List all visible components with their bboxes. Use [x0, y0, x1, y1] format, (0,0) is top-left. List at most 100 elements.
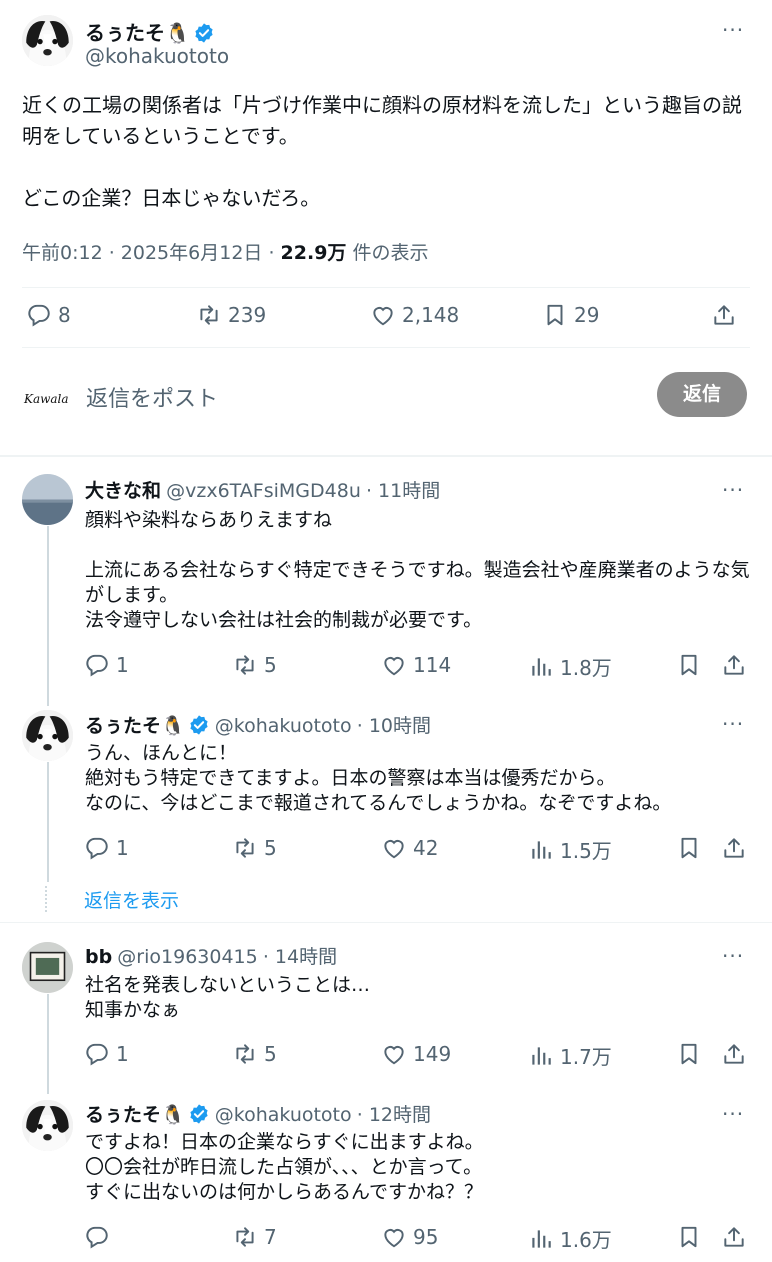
views-count: 1.7万: [560, 1045, 612, 1069]
share-icon: [721, 835, 747, 861]
like-action[interactable]: 114: [381, 652, 451, 678]
bookmark-icon: [676, 652, 702, 678]
show-replies-link[interactable]: 返信を表示: [84, 886, 179, 913]
reply-handle[interactable]: @vzx6TAFsiMGD48u: [166, 480, 361, 502]
view-count: 22.9万: [280, 242, 347, 264]
reply-count: 8: [58, 303, 71, 327]
bookmark-icon: [676, 1041, 702, 1067]
divider: [22, 287, 750, 288]
retweet-action[interactable]: 5: [232, 835, 277, 861]
retweet-action[interactable]: 239: [196, 302, 266, 328]
reply-time[interactable]: · 12時間: [357, 1104, 431, 1126]
reply-action[interactable]: 1: [84, 1041, 129, 1067]
more-options-icon[interactable]: ···: [722, 946, 744, 966]
like-action[interactable]: 95: [381, 1224, 438, 1250]
like-action[interactable]: 2,148: [370, 302, 459, 328]
views-action[interactable]: 1.7万: [528, 1041, 612, 1070]
reply-action[interactable]: [84, 1224, 116, 1250]
like-action[interactable]: 42: [381, 835, 438, 861]
reply-name[interactable]: るぅたそ🐧: [85, 715, 185, 737]
heart-icon: [381, 1041, 407, 1067]
reply-button[interactable]: 返信: [657, 372, 747, 417]
reply-name[interactable]: 大きな和: [85, 480, 161, 502]
views-action[interactable]: 1.6万: [528, 1224, 612, 1253]
like-count: 42: [413, 836, 439, 860]
avatar[interactable]: [22, 474, 73, 525]
retweet-action[interactable]: 5: [232, 652, 277, 678]
reply-header: るぅたそ🐧 @kohakuototo · 12時間: [85, 1100, 431, 1127]
compose-logo: Kawala: [24, 392, 69, 406]
reply-action[interactable]: 1: [84, 652, 129, 678]
heart-icon: [381, 652, 407, 678]
tweet-meta: 午前0:12 · 2025年6月12日 · 22.9万 件の表示: [22, 238, 428, 265]
reply-icon: [84, 1041, 110, 1067]
bookmark-action[interactable]: [676, 1224, 702, 1250]
retweet-icon: [196, 302, 222, 328]
retweet-action[interactable]: 5: [232, 1041, 277, 1067]
author-avatar[interactable]: [22, 15, 73, 66]
bookmark-action[interactable]: [676, 652, 702, 678]
share-action[interactable]: [721, 835, 747, 861]
reply-name[interactable]: るぅたそ🐧: [85, 1104, 185, 1126]
more-options-icon[interactable]: ···: [722, 714, 744, 734]
retweet-icon: [232, 1224, 258, 1250]
views-action[interactable]: 1.5万: [528, 835, 612, 864]
avatar[interactable]: [22, 1100, 73, 1151]
more-replies-dots: [45, 886, 49, 912]
reply-icon: [84, 652, 110, 678]
reply-handle[interactable]: @kohakuototo: [215, 1104, 352, 1126]
views-count: 1.8万: [560, 656, 612, 680]
tweet-text: 近くの工場の関係者は「片づけ作業中に顔料の原材料を流した」という趣旨の説明をして…: [22, 93, 742, 210]
heart-icon: [381, 835, 407, 861]
bookmark-action[interactable]: [676, 1041, 702, 1067]
reply-icon: [84, 1224, 110, 1250]
like-count: 95: [413, 1225, 439, 1249]
share-action[interactable]: [721, 1224, 747, 1250]
share-action[interactable]: [721, 1041, 747, 1067]
avatar[interactable]: [22, 942, 73, 993]
share-icon: [721, 1224, 747, 1250]
reply-count: 1: [116, 836, 129, 860]
share-action[interactable]: [721, 652, 747, 678]
retweet-count: 5: [264, 653, 277, 677]
avatar[interactable]: [22, 710, 73, 761]
like-action[interactable]: 149: [381, 1041, 451, 1067]
reply-text: 顔料や染料ならありえますね 上流にある会社ならすぐ特定できそうですね。製造会社や…: [85, 509, 750, 631]
reply-text: 社名を発表しないということは… 知事かなぁ: [85, 974, 371, 1021]
views-action[interactable]: 1.8万: [528, 652, 612, 681]
reply-handle[interactable]: @rio19630415: [117, 946, 257, 968]
section-divider: [0, 455, 772, 457]
more-options-icon[interactable]: ···: [722, 1104, 744, 1124]
author-handle[interactable]: @kohakuototo: [85, 44, 229, 68]
like-count: 149: [413, 1042, 452, 1066]
more-options-icon[interactable]: ···: [722, 480, 744, 500]
reply-name[interactable]: bb: [85, 946, 112, 968]
more-options-icon[interactable]: ···: [722, 20, 744, 40]
verified-icon: [193, 22, 215, 44]
bookmark-icon: [542, 302, 568, 328]
retweet-action[interactable]: 7: [232, 1224, 277, 1250]
author-name[interactable]: るぅたそ🐧: [85, 21, 190, 45]
reply-time[interactable]: · 14時間: [263, 946, 337, 968]
reply-time[interactable]: · 11時間: [366, 480, 440, 502]
reply-header: bb @rio19630415 · 14時間: [85, 942, 337, 969]
like-count: 114: [413, 653, 452, 677]
share-action[interactable]: [711, 302, 737, 328]
views-icon: [528, 1043, 554, 1069]
bookmark-action[interactable]: 29: [542, 302, 599, 328]
bookmark-action[interactable]: [676, 835, 702, 861]
reply-time[interactable]: · 10時間: [357, 715, 431, 737]
reply-action[interactable]: 8: [26, 302, 71, 328]
compose-input[interactable]: 返信をポスト: [86, 381, 218, 413]
reply-count: 1: [116, 653, 129, 677]
view-label: 件の表示: [346, 242, 429, 264]
reply-handle[interactable]: @kohakuototo: [215, 715, 352, 737]
tweet-time[interactable]: 午前0:12 · 2025年6月12日 ·: [22, 242, 281, 264]
retweet-count: 7: [264, 1225, 277, 1249]
bookmark-count: 29: [574, 303, 600, 327]
reply-action[interactable]: 1: [84, 835, 129, 861]
views-count: 1.5万: [560, 839, 612, 863]
author-name-row[interactable]: るぅたそ🐧: [85, 17, 215, 46]
thread-line: [47, 526, 49, 706]
reply-icon: [26, 302, 52, 328]
